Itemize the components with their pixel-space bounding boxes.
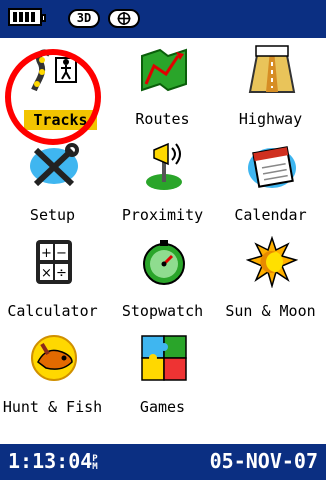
menu-item-label: Calendar — [234, 206, 307, 224]
time-value: 1:13:04 — [8, 449, 93, 473]
menu-item-label: Highway — [238, 110, 303, 128]
tracks-icon — [28, 44, 80, 96]
battery-icon — [8, 8, 46, 26]
proximity-icon — [138, 140, 190, 192]
status-footer: 1:13:04PM 05-NOV-07 — [0, 444, 326, 480]
menu-item-label: Sun & Moon — [225, 302, 316, 320]
menu-item-setup[interactable]: Setup — [0, 136, 105, 230]
status-bar: 3D — [0, 0, 326, 38]
menu-item-label: Proximity — [121, 206, 204, 224]
menu-item-calendar[interactable]: Calendar — [218, 136, 323, 230]
menu-item-label: Stopwatch — [121, 302, 204, 320]
3d-fix-indicator: 3D — [68, 9, 100, 28]
menu-item-calculator[interactable]: + − × ÷ Calculator — [0, 232, 105, 326]
svg-text:÷: ÷ — [56, 266, 67, 281]
menu-item-tracks[interactable]: Tracks — [0, 40, 105, 134]
menu-item-label: Routes — [135, 110, 190, 128]
hunt-fish-icon — [28, 332, 80, 384]
date-readout: 05-NOV-07 — [209, 449, 318, 473]
menu-item-label: Setup — [29, 206, 76, 224]
stopwatch-icon — [138, 236, 190, 288]
svg-text:+: + — [41, 246, 52, 261]
menu-item-games[interactable]: Games — [110, 328, 215, 422]
sun-moon-icon — [245, 235, 299, 289]
menu-item-sun-moon[interactable]: Sun & Moon — [218, 232, 323, 326]
menu-item-highway[interactable]: Highway — [218, 40, 323, 134]
satellite-icon — [108, 9, 140, 28]
svg-text:×: × — [41, 266, 52, 281]
routes-icon — [138, 44, 190, 96]
main-menu-grid: Tracks Routes Highway Setup Proximity Ca… — [0, 40, 326, 430]
menu-item-label: Games — [139, 398, 186, 416]
setup-icon — [28, 140, 80, 192]
clock-readout: 1:13:04PM — [8, 449, 100, 473]
games-icon — [138, 332, 190, 384]
highway-icon — [246, 44, 298, 96]
menu-item-proximity[interactable]: Proximity — [110, 136, 215, 230]
menu-item-label: Tracks — [24, 110, 97, 130]
calendar-icon — [246, 140, 298, 192]
calculator-icon: + − × ÷ — [28, 236, 80, 288]
menu-item-label: Calculator — [7, 302, 98, 320]
menu-item-label: Hunt & Fish — [2, 398, 103, 416]
svg-text:−: − — [56, 246, 67, 261]
menu-item-stopwatch[interactable]: Stopwatch — [110, 232, 215, 326]
menu-item-routes[interactable]: Routes — [110, 40, 215, 134]
ampm-indicator: PM — [92, 453, 98, 472]
menu-item-hunt-fish[interactable]: Hunt & Fish — [0, 328, 105, 422]
